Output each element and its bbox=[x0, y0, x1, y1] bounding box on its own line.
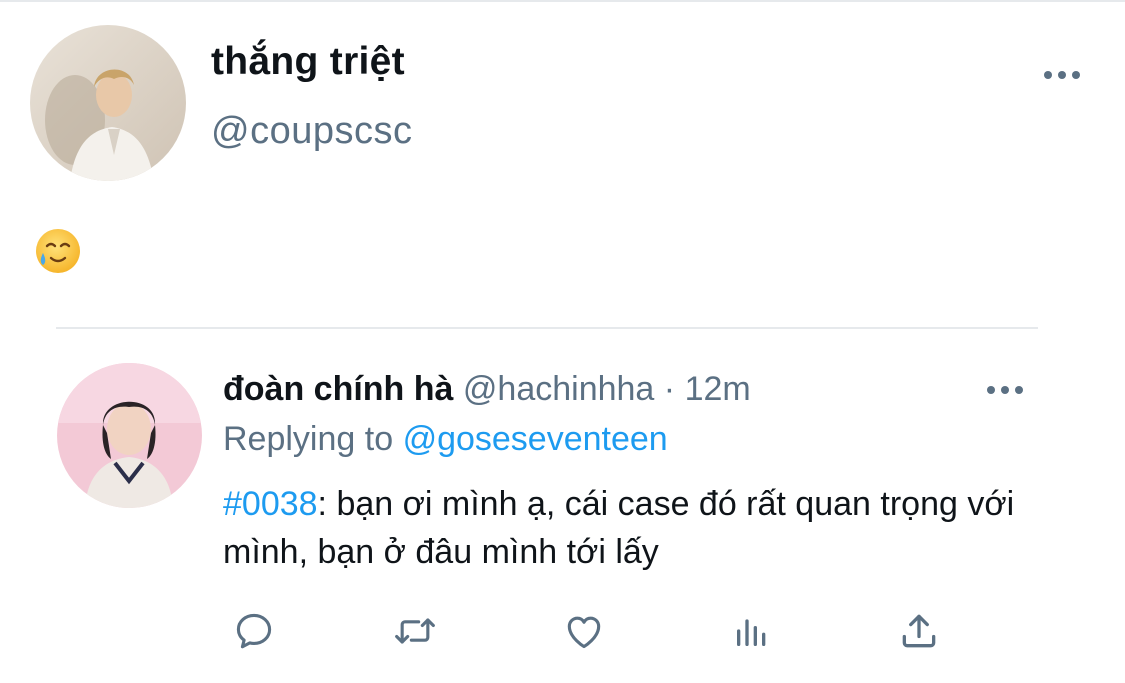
replying-to-label: Replying to bbox=[223, 420, 394, 458]
retweet-button[interactable] bbox=[392, 608, 438, 654]
reply-author-avatar[interactable] bbox=[57, 363, 202, 508]
like-button[interactable] bbox=[561, 608, 607, 654]
reply-author-name[interactable]: đoàn chính hà bbox=[223, 370, 453, 408]
share-icon bbox=[902, 614, 936, 648]
divider bbox=[56, 327, 1038, 329]
reply-timestamp[interactable]: 12m bbox=[685, 370, 751, 408]
analytics-button[interactable] bbox=[729, 608, 775, 654]
reply-author-handle[interactable]: @hachinhha bbox=[463, 370, 654, 408]
smiling-face-with-tear-emoji bbox=[34, 227, 82, 275]
more-horizontal-icon[interactable] bbox=[1044, 71, 1080, 79]
reply-button[interactable] bbox=[231, 608, 277, 654]
replying-to-link[interactable]: @goseseventeen bbox=[403, 420, 668, 458]
reply-body-text: : bạn ơi mình ạ, cái case đó rất quan tr… bbox=[223, 485, 1015, 571]
hashtag-link[interactable]: #0038 bbox=[223, 485, 318, 523]
author-handle[interactable]: @coupscsc bbox=[211, 110, 412, 153]
reply-text: #0038: bạn ơi mình ạ, cái case đó rất qu… bbox=[223, 480, 1043, 576]
author-name[interactable]: thắng triệt bbox=[211, 40, 405, 84]
more-horizontal-icon[interactable] bbox=[987, 386, 1023, 394]
replying-to-line: Replying to @goseseventeen bbox=[223, 420, 668, 459]
separator-dot: · bbox=[663, 370, 676, 408]
top-border bbox=[0, 0, 1125, 2]
heart-icon bbox=[567, 616, 601, 649]
share-button[interactable] bbox=[896, 608, 942, 654]
retweet-icon bbox=[395, 618, 435, 644]
reply-header: đoàn chính hà @hachinhha · 12m bbox=[223, 370, 751, 409]
author-avatar[interactable] bbox=[30, 25, 186, 181]
bar-chart-icon bbox=[737, 619, 766, 646]
comment-icon bbox=[236, 613, 272, 649]
